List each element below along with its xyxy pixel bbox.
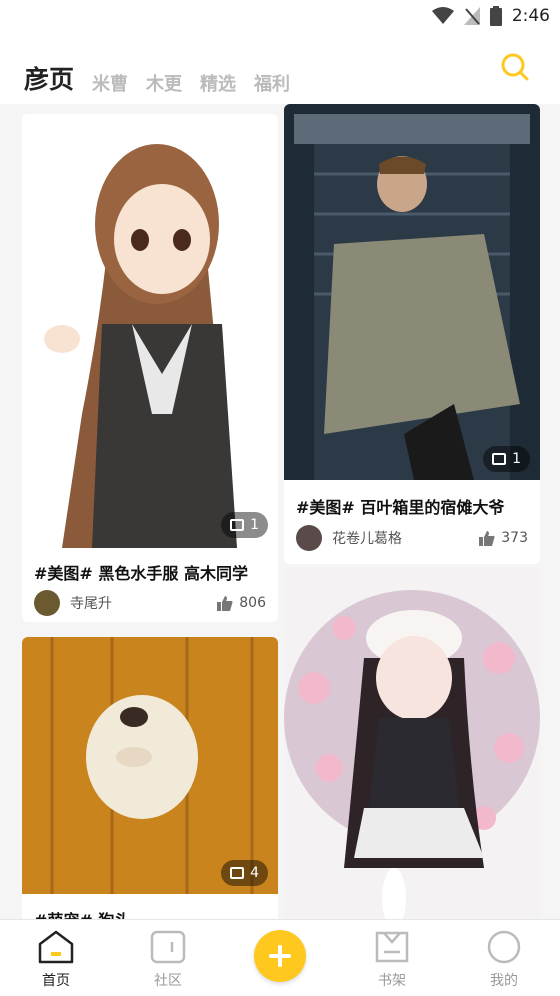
tab-mugeng[interactable]: 木更	[146, 70, 182, 96]
bookshelf-icon	[375, 931, 409, 963]
post-title[interactable]: #美图# 百叶箱里的宿傩大爷	[296, 494, 504, 518]
nav-me[interactable]: 我的	[474, 930, 534, 990]
tab-yanye[interactable]: 彦页	[24, 60, 74, 96]
nav-home-label: 首页	[42, 973, 70, 989]
nav-bookshelf-label: 书架	[378, 973, 406, 989]
plus-icon	[269, 945, 291, 967]
no-signal-icon	[463, 7, 480, 25]
like-count: 373	[501, 530, 528, 546]
header: 彦页 米曹 木更 精选 福利	[0, 34, 560, 104]
tab-jingxuan[interactable]: 精选	[200, 70, 236, 96]
like-button[interactable]: 373	[479, 530, 528, 546]
feed: 1 #美图# 黑色水手服 高木同学 寺尾升 806 1 #美图# 百叶箱里的宿傩…	[0, 104, 560, 920]
battery-icon	[489, 6, 502, 26]
image-count-badge: 1	[483, 446, 530, 472]
author-name[interactable]: 花卷儿葛格	[332, 528, 402, 548]
bottom-tab-bar: 首页 社区 书架 我的	[0, 919, 560, 996]
search-icon[interactable]	[500, 52, 530, 82]
home-icon	[38, 930, 74, 964]
thumbs-up-icon	[217, 596, 233, 611]
post-image-3	[22, 637, 278, 894]
author-name[interactable]: 寺尾升	[70, 593, 112, 613]
image-count-badge: 4	[221, 860, 268, 886]
status-icons: 2:46	[431, 6, 550, 26]
post-meta: 花卷儿葛格 373	[296, 525, 528, 551]
post-image-2	[284, 104, 540, 480]
post-card-4[interactable]	[284, 568, 540, 920]
post-title[interactable]: #美图# 黑色水手服 高木同学	[34, 560, 248, 584]
image-icon	[492, 453, 507, 465]
wifi-icon	[431, 7, 454, 24]
status-bar: 2:46	[0, 0, 560, 34]
tab-fuli[interactable]: 福利	[254, 70, 290, 96]
post-card-3[interactable]: 4 #萌宠# 狗头	[22, 637, 278, 920]
post-image-1	[22, 114, 278, 548]
add-post-button[interactable]	[254, 930, 306, 982]
post-image-4	[284, 568, 540, 920]
image-count-badge: 1	[221, 512, 268, 538]
thumbs-up-icon	[479, 531, 495, 546]
nav-me-label: 我的	[490, 973, 518, 989]
like-count: 806	[239, 595, 266, 611]
nav-home[interactable]: 首页	[26, 930, 86, 990]
tab-micao[interactable]: 米曹	[92, 70, 128, 96]
post-card-1[interactable]: 1 #美图# 黑色水手服 高木同学 寺尾升 806	[22, 114, 278, 622]
post-card-2[interactable]: 1 #美图# 百叶箱里的宿傩大爷 花卷儿葛格 373	[284, 104, 540, 564]
nav-community[interactable]: 社区	[138, 930, 198, 990]
nav-bookshelf[interactable]: 书架	[362, 930, 422, 990]
community-icon	[150, 930, 186, 964]
image-icon	[230, 867, 245, 879]
profile-icon	[487, 930, 521, 964]
clock: 2:46	[511, 6, 550, 26]
image-icon	[230, 519, 245, 531]
post-meta: 寺尾升 806	[34, 590, 266, 616]
avatar[interactable]	[34, 590, 60, 616]
top-tabs: 彦页 米曹 木更 精选 福利	[24, 60, 290, 96]
avatar[interactable]	[296, 525, 322, 551]
like-button[interactable]: 806	[217, 595, 266, 611]
nav-community-label: 社区	[154, 973, 182, 989]
